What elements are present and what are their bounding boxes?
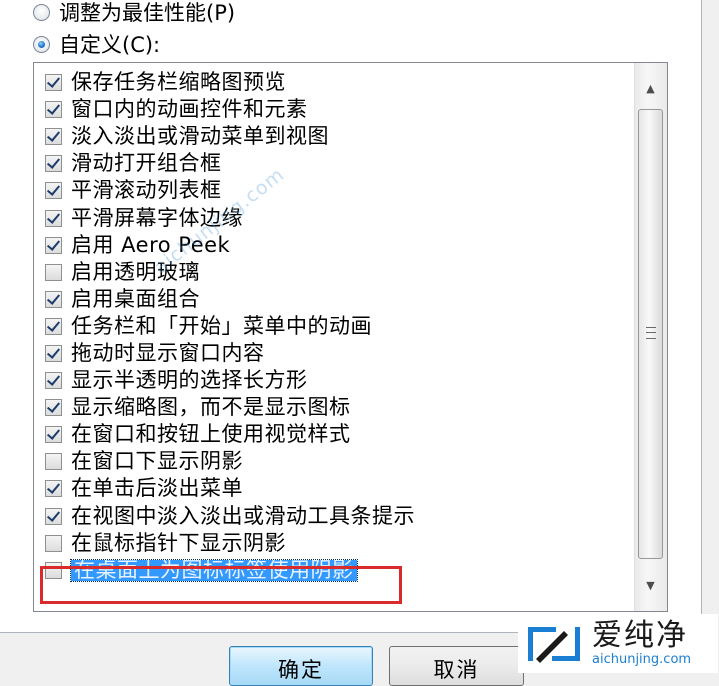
list-item[interactable]: 显示半透明的选择长方形 (34, 367, 634, 394)
grip-icon (646, 327, 656, 339)
list-item[interactable]: 拖动时显示窗口内容 (34, 340, 634, 367)
scroll-up-arrow-icon[interactable]: ▲ (637, 75, 664, 102)
checkbox[interactable] (45, 182, 62, 200)
radio-label: 调整为最佳性能(P) (59, 1, 236, 25)
checkbox[interactable] (45, 372, 62, 390)
list-item[interactable]: 任务栏和「开始」菜单中的动画 (34, 313, 634, 340)
logo-url-text: aichunjing.com (592, 652, 692, 667)
list-item-label: 显示缩略图，而不是显示图标 (71, 395, 351, 420)
logo-chinese-text: 爱纯净 (592, 618, 688, 653)
list-item[interactable]: 启用桌面组合 (34, 286, 634, 313)
radio-button[interactable] (33, 3, 50, 21)
cancel-button[interactable]: 取消 (389, 646, 524, 686)
checkbox[interactable] (45, 128, 62, 146)
list-item[interactable]: 淡入淡出或滑动菜单到视图 (34, 123, 634, 150)
checkbox[interactable] (45, 155, 62, 173)
list-item-label: 在窗口和按钮上使用视觉样式 (71, 422, 351, 447)
list-item-label: 窗口内的动画控件和元素 (71, 97, 308, 122)
checkbox[interactable] (45, 209, 62, 227)
list-item-label: 滑动打开组合框 (71, 151, 222, 176)
list-item-label: 淡入淡出或滑动菜单到视图 (71, 124, 329, 149)
list-item-label: 拖动时显示窗口内容 (71, 340, 265, 365)
list-item[interactable]: 在桌面上为图标标签使用阴影 (34, 557, 634, 584)
logo-mark-icon (528, 626, 580, 663)
scroll-thumb[interactable] (638, 109, 663, 559)
list-item-label: 显示半透明的选择长方形 (71, 368, 308, 393)
list-item-label: 在单击后淡出菜单 (71, 476, 243, 501)
list-item-label: 任务栏和「开始」菜单中的动画 (71, 313, 372, 338)
list-item[interactable]: 显示缩略图，而不是显示图标 (34, 394, 634, 421)
checkbox[interactable] (45, 290, 62, 308)
scroll-down-arrow-icon[interactable]: ▼ (637, 572, 664, 599)
checkbox[interactable] (45, 399, 62, 417)
list-item[interactable]: 在单击后淡出菜单 (34, 475, 634, 502)
list-item[interactable]: 保存任务栏缩略图预览 (34, 69, 634, 96)
checkbox[interactable] (45, 507, 62, 525)
list-item[interactable]: 滑动打开组合框 (34, 150, 634, 177)
list-item[interactable]: 在鼠标指针下显示阴影 (34, 530, 634, 557)
list-items: 保存任务栏缩略图预览 窗口内的动画控件和元素 淡入淡出或滑动菜单到视图 滑动打开组合框… (34, 69, 634, 584)
radio-best-performance[interactable]: 调整为最佳性能(P) (33, 0, 235, 26)
list-item[interactable]: 平滑屏幕字体边缘 (34, 204, 634, 231)
checkbox[interactable] (45, 74, 62, 92)
list-item-label: 启用 Aero Peek (71, 232, 231, 257)
list-item[interactable]: 窗口内的动画控件和元素 (34, 96, 634, 123)
list-item-label: 在桌面上为图标标签使用阴影 (70, 558, 358, 582)
list-item[interactable]: 启用 Aero Peek (34, 232, 634, 259)
checkbox[interactable] (45, 101, 62, 119)
list-item-label: 启用透明玻璃 (71, 259, 200, 284)
radio-button[interactable] (33, 35, 50, 53)
list-item-label: 平滑屏幕字体边缘 (71, 205, 243, 230)
radio-label: 自定义(C): (59, 33, 161, 57)
checkbox[interactable] (45, 561, 62, 579)
checkbox[interactable] (45, 426, 62, 444)
list-item-label: 在视图中淡入淡出或滑动工具条提示 (71, 503, 415, 528)
list-item[interactable]: 在窗口下显示阴影 (34, 448, 634, 475)
checkbox[interactable] (45, 236, 62, 254)
list-item-label: 在窗口下显示阴影 (71, 449, 243, 474)
radio-custom[interactable]: 自定义(C): (33, 30, 160, 58)
checkbox[interactable] (45, 317, 62, 335)
checkbox[interactable] (45, 480, 62, 498)
list-item-label: 保存任务栏缩略图预览 (71, 70, 286, 95)
checkbox[interactable] (45, 453, 62, 471)
performance-options-panel: 调整为最佳性能(P) 自定义(C): 保存任务栏缩略图预览 窗口内的动画控件和元素… (0, 0, 702, 633)
checkbox[interactable] (45, 344, 62, 362)
list-item-label: 在鼠标指针下显示阴影 (71, 530, 286, 555)
checkbox[interactable] (45, 263, 62, 281)
site-logo: 爱纯净 aichunjing.com (518, 614, 718, 673)
ok-button[interactable]: 确定 (229, 646, 373, 686)
list-item[interactable]: 平滑滚动列表框 (34, 177, 634, 204)
vertical-scrollbar[interactable]: ▲ ▼ (634, 63, 667, 611)
visual-effects-list[interactable]: 保存任务栏缩略图预览 窗口内的动画控件和元素 淡入淡出或滑动菜单到视图 滑动打开组合框… (33, 62, 668, 612)
list-item-label: 平滑滚动列表框 (71, 178, 222, 203)
list-item[interactable]: 启用透明玻璃 (34, 259, 634, 286)
checkbox[interactable] (45, 534, 62, 552)
list-item[interactable]: 在窗口和按钮上使用视觉样式 (34, 421, 634, 448)
list-item-label: 启用桌面组合 (71, 286, 200, 311)
list-item[interactable]: 在视图中淡入淡出或滑动工具条提示 (34, 503, 634, 530)
